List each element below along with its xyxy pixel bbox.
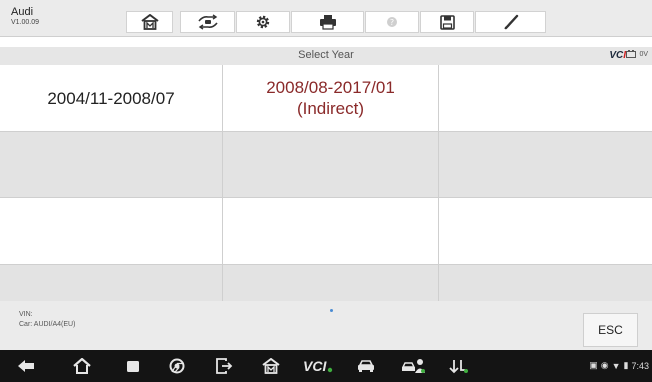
save-icon [439, 14, 455, 30]
recent-apps-button[interactable] [121, 356, 145, 376]
car-button[interactable] [354, 356, 378, 376]
year-grid: 2004/11-2008/07 2008/08-2017/01 (Indirect… [0, 65, 652, 301]
pen-button[interactable] [475, 11, 546, 33]
vci-icon: VCI [303, 358, 333, 374]
pen-icon [503, 14, 518, 30]
printer-icon [319, 15, 336, 30]
app-name: Audi [11, 6, 34, 18]
vehicle-swap-button[interactable] [180, 11, 235, 33]
bluetooth-update-icon [449, 360, 468, 374]
wifi-icon: ▼ [611, 360, 621, 371]
update-button[interactable] [445, 356, 473, 376]
recent-apps-icon [127, 361, 139, 372]
svg-text:VCI: VCI [303, 358, 327, 374]
print-button[interactable] [291, 11, 364, 33]
svg-text:?: ? [390, 18, 394, 27]
settings-button[interactable] [236, 11, 290, 33]
battery-level-icon: ▮ [623, 360, 629, 370]
car-shop-button[interactable] [400, 356, 428, 376]
back-icon [18, 360, 34, 372]
app-brand: Audi V1.00.09 [11, 6, 39, 28]
page-indicator-dot [330, 309, 333, 312]
back-button[interactable] [14, 356, 38, 376]
home-icon [73, 358, 91, 374]
car-label: Car: AUDI/A4(EU) [19, 321, 76, 328]
year-cell[interactable] [438, 131, 652, 197]
vci-status: VCI [609, 50, 626, 61]
vin-label: VIN: [19, 311, 33, 318]
year-cell[interactable] [0, 264, 222, 301]
message-icon: ▣ [589, 360, 598, 370]
year-cell[interactable] [0, 197, 222, 264]
system-nav-bar: VCI ▣ ◉ ▼ ▮ 7:43 [0, 350, 652, 382]
app-version: V1.00.09 [11, 19, 40, 26]
autel-home-button[interactable] [259, 356, 283, 376]
page-title: Select Year [298, 49, 354, 61]
title-bar: Select Year VCI 0V [0, 47, 652, 65]
settings-gear-icon [256, 15, 270, 29]
info-bar: VIN: Car: AUDI/A4(EU) ESC [0, 301, 652, 350]
help-icon: ? [387, 17, 397, 27]
battery-icon [626, 50, 637, 58]
year-cell[interactable] [438, 264, 652, 301]
battery-status: 0V [626, 50, 648, 58]
save-button[interactable] [420, 11, 474, 33]
status-tray: ▣ ◉ ▼ ▮ 7:43 [589, 360, 649, 371]
esc-button[interactable]: ESC [583, 313, 638, 347]
year-cell[interactable] [222, 197, 438, 264]
help-button[interactable]: ? [365, 11, 419, 33]
vehicle-swap-icon [197, 14, 218, 30]
car-icon [358, 360, 374, 372]
settings-status-icon: ◉ [600, 360, 609, 370]
year-cell[interactable] [222, 264, 438, 301]
exit-button[interactable] [212, 356, 236, 376]
chrome-button[interactable] [165, 356, 189, 376]
vci-button[interactable]: VCI [300, 356, 336, 376]
chrome-icon [169, 358, 185, 374]
year-cell[interactable] [222, 131, 438, 197]
clock: 7:43 [631, 360, 649, 371]
exit-icon [216, 358, 233, 374]
autel-home-icon [262, 358, 280, 374]
car-shop-icon [402, 359, 425, 373]
year-cell[interactable] [438, 65, 652, 131]
year-cell[interactable]: 2004/11-2008/07 [0, 65, 222, 131]
year-cell[interactable] [0, 131, 222, 197]
year-cell[interactable] [438, 197, 652, 264]
home-button[interactable] [126, 11, 173, 33]
android-home-button[interactable] [70, 356, 94, 376]
vehicle-info: VIN: Car: AUDI/A4(EU) [19, 310, 75, 330]
home-icon [140, 14, 159, 30]
top-bar: Audi V1.00.09 ? [0, 0, 652, 37]
year-cell[interactable]: 2008/08-2017/01 (Indirect) [222, 65, 438, 131]
battery-voltage: 0V [639, 50, 648, 58]
